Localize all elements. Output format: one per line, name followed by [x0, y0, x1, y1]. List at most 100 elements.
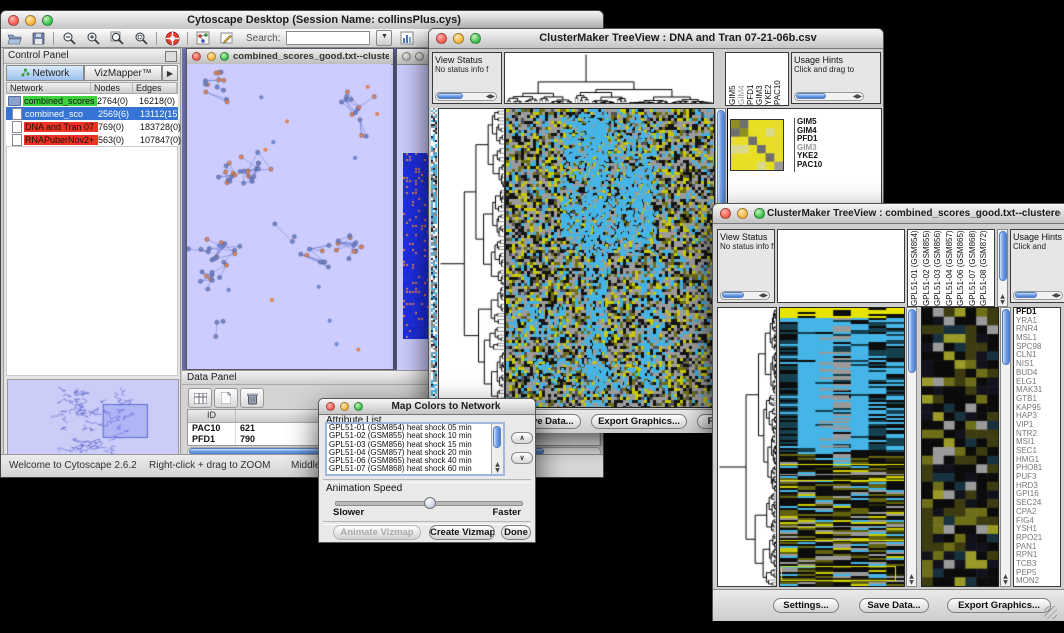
tv1-row-dendrogram[interactable] — [439, 109, 504, 407]
tv1-gene-label[interactable]: PAC10 — [795, 161, 836, 170]
scroll-thumb[interactable] — [796, 93, 826, 99]
float-panel-icon[interactable] — [165, 51, 177, 62]
zoom-window-icon[interactable] — [754, 208, 765, 219]
tv1-global-strip[interactable] — [431, 108, 437, 406]
zoom-selected-icon[interactable] — [132, 31, 150, 46]
animation-speed-slider[interactable] — [335, 501, 523, 506]
zoom-in-icon[interactable] — [84, 31, 102, 46]
close-icon[interactable] — [8, 15, 19, 26]
zoom-window-icon[interactable] — [470, 33, 481, 44]
slider-thumb[interactable] — [424, 497, 436, 509]
animate-vizmap-button[interactable]: Animate Vizmap — [333, 525, 421, 540]
move-down-button[interactable]: ∨ — [511, 452, 533, 464]
open-folder-icon[interactable] — [5, 31, 23, 46]
minimize-icon[interactable] — [737, 208, 748, 219]
scroll-arrows-icon[interactable]: ▲▼ — [998, 294, 1007, 306]
tv1-row-dendrogram-box[interactable] — [438, 108, 505, 408]
close-icon[interactable] — [326, 402, 335, 411]
search-dropdown-icon[interactable]: ▼ — [376, 30, 392, 46]
tv2-labels-vscrollbar[interactable]: ▲▼ — [997, 229, 1008, 307]
scroll-thumb[interactable] — [999, 231, 1007, 281]
tv1-mini-heatmap[interactable] — [730, 119, 784, 171]
tv2-row-dendrogram-box[interactable] — [717, 307, 777, 587]
network-graph-canvas[interactable] — [187, 64, 391, 367]
network-row[interactable]: combined_scores2764(0)16218(0) — [6, 94, 178, 107]
close-icon[interactable] — [436, 33, 447, 44]
hscrollbar[interactable]: ◀▶ — [794, 92, 864, 101]
close-icon[interactable] — [720, 208, 731, 219]
treeview2-titlebar[interactable]: ClusterMaker TreeView : combined_scores_… — [713, 204, 1064, 224]
tv2-column-label[interactable]: GPL51-03 (GSM856) — [933, 230, 945, 306]
network-view-titlebar[interactable]: combined_scores_good.txt--cluste... — [187, 49, 393, 65]
scroll-thumb[interactable] — [437, 93, 463, 99]
tv2-column-label[interactable]: GPL51-06 (GSM865) — [956, 230, 968, 306]
tv2-row-dendrogram[interactable] — [718, 308, 776, 586]
tv1-column-label[interactable]: YKE2 — [764, 53, 773, 105]
tv2-gene-vscrollbar[interactable]: ▲▼ — [1000, 307, 1011, 587]
zoom-window-icon[interactable] — [354, 402, 363, 411]
save-icon[interactable] — [29, 31, 47, 46]
birdseye-view[interactable] — [7, 379, 179, 463]
attribute-list[interactable]: GPL51-01 (GSM854) heat shock 05 minGPL51… — [325, 422, 505, 476]
tv1-column-label[interactable]: PAC10 — [773, 53, 782, 105]
zoom-window-icon[interactable] — [42, 15, 53, 26]
hscrollbar[interactable]: ◀▶ — [720, 291, 770, 300]
network-row[interactable]: DNA and Tran 07769(0)183728(0) — [6, 120, 178, 133]
col-id[interactable]: ID — [188, 410, 236, 422]
scroll-arrows-icon[interactable]: ◀▶ — [1052, 292, 1061, 299]
tv2-column-label[interactable]: GPL51-04 (GSM857) — [945, 230, 957, 306]
export-graphics-button[interactable]: Export Graphics... — [591, 414, 687, 429]
done-button[interactable]: Done — [501, 525, 531, 540]
zoom-out-icon[interactable] — [60, 31, 78, 46]
scroll-thumb[interactable] — [493, 426, 501, 448]
move-up-button[interactable]: ∧ — [511, 432, 533, 444]
scroll-thumb[interactable] — [722, 292, 744, 298]
table-icon[interactable] — [188, 388, 212, 408]
create-vizmap-button[interactable]: Create Vizmap — [429, 525, 495, 540]
tv2-column-label[interactable]: GPL51-02 (GSM855) — [922, 230, 934, 306]
minimize-icon[interactable] — [25, 15, 36, 26]
col-edges[interactable]: Edges — [133, 83, 177, 93]
annotation-icon[interactable] — [218, 31, 236, 46]
resize-grip[interactable] — [1044, 606, 1057, 619]
dialog-titlebar[interactable]: Map Colors to Network — [319, 399, 535, 415]
col-network[interactable]: Network — [7, 83, 91, 93]
network-row[interactable]: RNAPuberNov2+563(0)107847(0) — [6, 133, 178, 146]
tv2-gene-label[interactable]: MON2 — [1014, 577, 1060, 586]
tv1-column-dendrogram-box[interactable] — [504, 52, 714, 104]
scroll-arrows-icon[interactable]: ◀▶ — [853, 93, 862, 100]
vizmap-icon[interactable] — [194, 31, 212, 46]
birdseye-canvas[interactable] — [8, 380, 178, 462]
tab-overflow-arrow-icon[interactable]: ▶ — [162, 65, 178, 81]
new-doc-icon[interactable] — [214, 388, 238, 408]
scroll-arrows-icon[interactable]: ▲▼ — [907, 574, 916, 586]
tv1-column-label[interactable]: GIM5 — [728, 53, 737, 105]
network-view-window[interactable]: combined_scores_good.txt--cluste... — [186, 48, 394, 370]
settings-button[interactable]: Settings... — [773, 598, 839, 613]
attribute-item[interactable]: GPL51-07 (GSM868) heat shock 60 min — [327, 465, 503, 473]
scroll-thumb[interactable] — [908, 309, 916, 373]
minimize-icon[interactable] — [340, 402, 349, 411]
trash-icon[interactable] — [240, 388, 264, 408]
scroll-arrows-icon[interactable]: ◀▶ — [486, 93, 495, 100]
treeview1-titlebar[interactable]: ClusterMaker TreeView : DNA and Tran 07-… — [429, 29, 883, 49]
list-vscrollbar[interactable]: ▲▼ — [491, 424, 503, 474]
minimize-icon[interactable] — [415, 52, 424, 61]
export-graphics-button[interactable]: Export Graphics... — [947, 598, 1051, 613]
tv1-column-label[interactable]: PFD1 — [746, 53, 755, 105]
tv1-heatmap[interactable] — [505, 108, 715, 408]
tv2-column-label[interactable]: GPL51-07 (GSM868) — [968, 230, 980, 306]
col-nodes[interactable]: Nodes — [91, 83, 133, 93]
search-input[interactable] — [286, 31, 370, 45]
tab-vizmapper[interactable]: VizMapper™ — [84, 65, 162, 81]
scroll-thumb[interactable] — [1002, 309, 1010, 365]
chart-icon[interactable] — [398, 31, 416, 46]
tv2-column-label[interactable]: GPL51-08 (GSM872) — [979, 230, 991, 306]
scroll-arrows-icon[interactable]: ◀▶ — [759, 292, 768, 299]
tv2-column-label[interactable]: GPL51-01 (GSM854) — [910, 230, 922, 306]
scroll-arrows-icon[interactable]: ▲▼ — [1001, 574, 1010, 586]
tv2-detail-heatmap[interactable] — [921, 307, 999, 587]
scroll-arrows-icon[interactable]: ▲▼ — [493, 462, 502, 474]
minimize-icon[interactable] — [207, 52, 216, 61]
close-icon[interactable] — [192, 52, 201, 61]
